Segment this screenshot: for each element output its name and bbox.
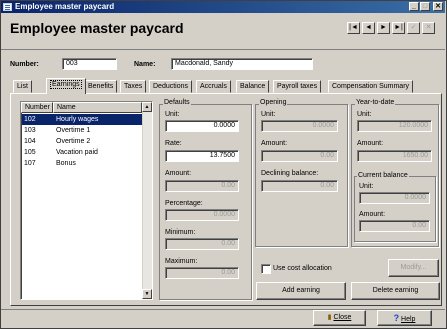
next-record-button[interactable]: ► (377, 22, 390, 34)
opening-amount-label: Amount: (261, 140, 288, 147)
earning-number: 107 (24, 160, 36, 167)
earning-name: Overtime 1 (56, 127, 91, 134)
help-button[interactable]: ? Help (377, 310, 432, 326)
tab-benefits[interactable]: Benefits (84, 80, 118, 93)
tab-deductions[interactable]: Deductions (149, 80, 193, 93)
tab-taxes[interactable]: Taxes (120, 80, 147, 93)
earning-number: 103 (24, 127, 36, 134)
earning-name: Hourly wages (56, 116, 99, 123)
minimize-button[interactable]: _ (409, 2, 419, 11)
ytd-unit-label: Unit: (357, 111, 372, 118)
scroll-up-icon[interactable]: ▲ (142, 102, 152, 112)
defaults-percentage-field[interactable]: 0.0000 (165, 209, 239, 221)
modify-button[interactable]: Modify... (388, 259, 439, 277)
defaults-maximum-field[interactable]: 0.00 (165, 267, 239, 279)
previous-record-button[interactable]: ◄ (362, 22, 375, 34)
list-item[interactable]: 102 Hourly wages (22, 114, 142, 125)
current-balance-unit-field[interactable]: 0.0000 (359, 192, 430, 204)
earning-name: Bonus (56, 160, 76, 167)
employee-number-field[interactable]: 003 (62, 58, 117, 70)
window-icon (3, 3, 12, 11)
first-record-button[interactable]: |◄ (347, 22, 360, 34)
tab-accruals[interactable]: Accruals (196, 80, 231, 93)
close-button-label: Close (333, 314, 352, 321)
list-item[interactable]: 105 Vacation paid (22, 147, 142, 158)
ytd-amount-label: Amount: (357, 140, 384, 147)
use-cost-allocation-label: Use cost allocation (273, 265, 332, 272)
tab-earnings[interactable]: Earnings (46, 78, 86, 94)
declining-balance-field[interactable]: 0.00 (261, 180, 338, 192)
close-door-icon: ▮ (327, 314, 332, 321)
tab-compensation-summary[interactable]: Compensation Summary (328, 80, 414, 93)
list-item[interactable]: 104 Overtime 2 (22, 136, 142, 147)
defaults-title: Defaults (163, 99, 191, 106)
earning-number: 102 (24, 116, 36, 123)
defaults-rate-field[interactable]: 13.7500 (165, 150, 239, 162)
help-button-label: Help (401, 316, 416, 323)
defaults-maximum-label: Maximum: (165, 258, 198, 265)
help-question-icon: ? (393, 313, 400, 323)
window-title: Employee master paycard (15, 2, 115, 11)
employee-name-field[interactable]: Macdonald, Sandy (171, 58, 313, 70)
tab-earnings-label: Earnings (50, 80, 82, 89)
page-title: Employee master paycard (10, 20, 184, 36)
current-balance-amount-field[interactable]: 0.00 (359, 220, 430, 232)
column-header-name[interactable]: Name (53, 102, 142, 113)
tab-balance[interactable]: Balance (236, 80, 270, 93)
opening-unit-label: Unit: (261, 111, 276, 118)
close-button[interactable]: ▮ Close (313, 310, 366, 326)
maximize-button[interactable]: □ (420, 2, 430, 11)
use-cost-allocation-checkbox[interactable] (261, 264, 271, 274)
earning-name: Overtime 2 (56, 138, 91, 145)
name-label: Name: (134, 61, 156, 68)
opening-amount-field[interactable]: 0.00 (261, 150, 338, 162)
defaults-amount-label: Amount: (165, 170, 192, 177)
current-balance-unit-label: Unit: (359, 183, 374, 190)
current-balance-amount-label: Amount: (359, 211, 386, 218)
list-scrollbar[interactable] (142, 102, 152, 299)
delete-earning-button[interactable]: Delete earning (351, 282, 440, 300)
ytd-amount-field[interactable]: 1650.00 (357, 150, 432, 162)
tab-payroll-taxes[interactable]: Payroll taxes (273, 80, 322, 93)
defaults-minimum-field[interactable]: 0.00 (165, 238, 239, 250)
list-item[interactable]: 107 Bonus (22, 158, 142, 169)
cancel-icon[interactable]: ✕ (422, 22, 435, 34)
title-bar: Employee master paycard (1, 1, 445, 13)
defaults-minimum-label: Minimum: (165, 229, 196, 236)
scroll-down-icon[interactable]: ▼ (142, 289, 152, 299)
save-icon[interactable]: ✓ (407, 22, 420, 34)
earning-number: 105 (24, 149, 36, 156)
ytd-unit-field[interactable]: 120.0000 (357, 120, 432, 132)
number-label: Number: (10, 61, 39, 68)
list-item[interactable]: 103 Overtime 1 (22, 125, 142, 136)
defaults-percentage-label: Percentage: (165, 200, 203, 207)
current-balance-title: Current balance (357, 172, 409, 179)
opening-title: Opening (259, 99, 288, 106)
tab-list[interactable]: List (13, 80, 32, 93)
add-earning-button[interactable]: Add earning (256, 282, 346, 300)
column-header-number[interactable]: Number (21, 102, 53, 113)
earning-number: 104 (24, 138, 36, 145)
close-window-button[interactable]: ✕ (433, 2, 443, 11)
declining-balance-label: Declining balance: (261, 170, 319, 177)
defaults-unit-field[interactable]: 0.0000 (165, 120, 239, 132)
opening-unit-field[interactable]: 0.0000 (261, 120, 338, 132)
defaults-rate-label: Rate: (165, 140, 182, 147)
ytd-title: Year-to-date (355, 99, 396, 106)
earning-name: Vacation paid (56, 149, 98, 156)
last-record-button[interactable]: ►| (392, 22, 405, 34)
defaults-unit-label: Unit: (165, 111, 180, 118)
defaults-amount-field[interactable]: 0.00 (165, 180, 239, 192)
